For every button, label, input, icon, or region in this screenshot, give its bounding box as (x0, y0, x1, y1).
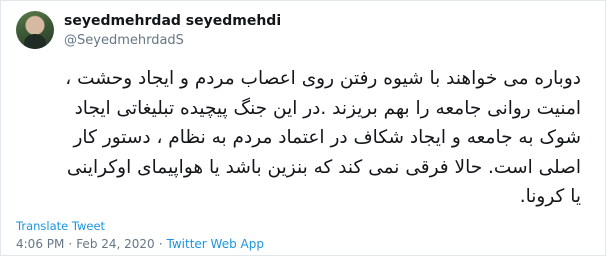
tweet-time[interactable]: 4:06 PM (16, 237, 64, 251)
avatar[interactable] (16, 11, 54, 49)
tweet-text: دوباره می خواهند با شیوه رفتن روی اعصاب … (65, 68, 581, 207)
tweet-source-link[interactable]: Twitter Web App (167, 237, 264, 251)
author-display-name[interactable]: seyedmehrdad seyedmehdi (64, 13, 281, 29)
translate-tweet-link[interactable]: Translate Tweet (16, 219, 105, 233)
avatar-figure (24, 34, 46, 49)
meta-separator: · (68, 237, 73, 251)
meta-separator-2: · (158, 237, 163, 251)
tweet-meta: 4:06 PM · Feb 24, 2020 · Twitter Web App (16, 237, 264, 251)
author-handle[interactable]: @SeyedmehrdadS (64, 33, 184, 48)
tweet-date[interactable]: Feb 24, 2020 (76, 237, 155, 251)
tweet-card: seyedmehrdad seyedmehdi @SeyedmehrdadS د… (0, 0, 606, 256)
